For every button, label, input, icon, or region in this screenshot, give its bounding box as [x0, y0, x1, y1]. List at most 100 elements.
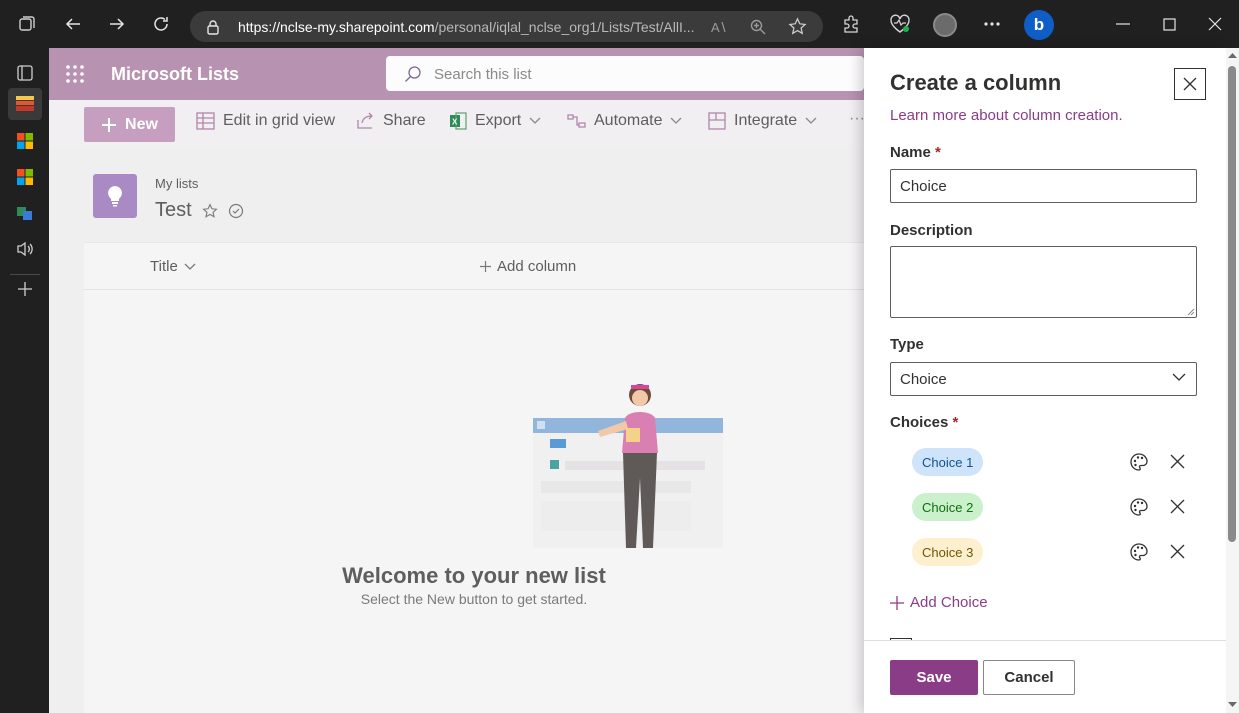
- zoom-icon[interactable]: [749, 18, 767, 36]
- create-column-panel: Create a column Learn more about column …: [864, 48, 1226, 713]
- choices-label: Choices *: [890, 414, 958, 431]
- read-aloud-icon[interactable]: A: [710, 18, 728, 36]
- choice-row: Choice 1: [912, 448, 1202, 476]
- scroll-up-icon[interactable]: [1228, 52, 1237, 58]
- more-options-icon[interactable]: [980, 12, 1004, 36]
- command-bar: New Edit in grid view Share X Export Aut…: [49, 100, 865, 148]
- type-dropdown[interactable]: Choice: [890, 362, 1197, 396]
- save-button[interactable]: Save: [890, 660, 978, 695]
- microsoft-office-icon[interactable]: [12, 128, 38, 154]
- tab-actions-icon[interactable]: [12, 60, 38, 86]
- add-sidebar-app-icon[interactable]: [12, 276, 38, 302]
- empty-list-illustration: [533, 384, 723, 548]
- plus-icon: [102, 117, 117, 132]
- check-circle-icon[interactable]: [228, 203, 244, 219]
- edit-grid-view-button[interactable]: Edit in grid view: [196, 112, 335, 130]
- back-icon[interactable]: [61, 12, 85, 36]
- more-commands-button[interactable]: ···: [849, 110, 865, 128]
- app-tile-icon[interactable]: [12, 200, 38, 226]
- column-title-label: Title: [150, 258, 178, 275]
- integrate-icon: [708, 112, 726, 130]
- automate-button[interactable]: Automate: [567, 112, 682, 130]
- grid-header: Title Add column: [84, 243, 864, 290]
- choice-pill[interactable]: Choice 2: [912, 493, 984, 521]
- minimize-icon[interactable]: [1111, 12, 1135, 36]
- lightbulb-icon: [108, 186, 122, 207]
- share-icon: [357, 112, 373, 129]
- remove-choice-icon[interactable]: [1170, 454, 1185, 469]
- refresh-icon[interactable]: [149, 12, 173, 36]
- list-grid: Title Add column Welcome to your new lis…: [84, 242, 864, 713]
- lock-icon[interactable]: [206, 19, 220, 35]
- bing-copilot-icon[interactable]: b: [1024, 10, 1054, 40]
- maximize-icon[interactable]: [1157, 12, 1181, 36]
- address-bar[interactable]: https://nclse-my.sharepoint.com/personal…: [190, 11, 823, 42]
- url-text[interactable]: https://nclse-my.sharepoint.com/personal…: [238, 19, 700, 35]
- add-choice-label: Add Choice: [910, 594, 988, 611]
- scroll-down-icon[interactable]: [1228, 702, 1237, 708]
- panel-footer: Save Cancel: [864, 640, 1226, 713]
- remove-choice-icon[interactable]: [1170, 499, 1185, 514]
- description-label: Description: [890, 222, 973, 239]
- choice-pill[interactable]: Choice 3: [912, 538, 984, 566]
- sidebar-lists-tab[interactable]: [8, 88, 42, 120]
- chevron-down-icon: [1172, 373, 1186, 381]
- share-button[interactable]: Share: [357, 112, 426, 130]
- search-input[interactable]: Search this list: [434, 66, 532, 83]
- automate-icon: [567, 114, 586, 128]
- export-button[interactable]: X Export: [449, 112, 541, 130]
- breadcrumb[interactable]: My lists: [155, 176, 198, 191]
- app-title[interactable]: Microsoft Lists: [111, 64, 239, 85]
- chevron-down-icon: [184, 263, 196, 270]
- chevron-down-icon: [805, 117, 817, 124]
- panel-scrollbar[interactable]: [1226, 48, 1239, 713]
- chevron-down-icon: [529, 117, 541, 124]
- add-column-button[interactable]: Add column: [480, 258, 576, 275]
- column-header-title[interactable]: Title: [150, 258, 196, 275]
- palette-icon[interactable]: [1129, 542, 1149, 562]
- integrate-button[interactable]: Integrate: [708, 112, 817, 130]
- speaker-icon[interactable]: [12, 236, 38, 262]
- name-label: Name *: [890, 144, 941, 161]
- palette-icon[interactable]: [1129, 452, 1149, 472]
- list-title: Test: [155, 199, 244, 222]
- workspaces-icon[interactable]: [15, 12, 39, 36]
- health-icon[interactable]: [888, 12, 912, 36]
- new-item-button[interactable]: New: [84, 107, 175, 142]
- extensions-icon[interactable]: [839, 12, 863, 36]
- forward-icon[interactable]: [105, 12, 129, 36]
- suite-bar: Microsoft Lists Search this list: [49, 48, 864, 100]
- learn-more-link[interactable]: Learn more about column creation.: [890, 107, 1123, 124]
- resize-handle-icon[interactable]: [1187, 308, 1195, 316]
- cancel-button[interactable]: Cancel: [983, 660, 1075, 695]
- add-column-label: Add column: [497, 258, 577, 275]
- list-icon: [93, 174, 137, 218]
- panel-title: Create a column: [890, 70, 1062, 95]
- close-icon: [1183, 77, 1197, 91]
- favorite-star-icon[interactable]: [788, 17, 807, 36]
- name-label-text: Name: [890, 144, 931, 161]
- plus-icon: [480, 261, 491, 272]
- microsoft-365-icon[interactable]: [12, 164, 38, 190]
- app-launcher-icon[interactable]: [65, 64, 85, 84]
- name-field[interactable]: Choice: [890, 169, 1197, 203]
- panel-close-button[interactable]: [1174, 68, 1206, 100]
- required-marker: *: [935, 144, 941, 161]
- edit-grid-label: Edit in grid view: [223, 112, 336, 129]
- welcome-title: Welcome to your new list: [342, 563, 606, 588]
- choice-pill[interactable]: Choice 1: [912, 448, 984, 476]
- type-label: Type: [890, 336, 924, 353]
- type-value: Choice: [900, 371, 947, 388]
- browser-toolbar: https://nclse-my.sharepoint.com/personal…: [0, 0, 1239, 48]
- search-list-box[interactable]: Search this list: [386, 56, 864, 91]
- profile-avatar[interactable]: [933, 13, 957, 37]
- search-icon: [404, 65, 422, 83]
- scrollbar-thumb[interactable]: [1228, 66, 1236, 542]
- palette-icon[interactable]: [1129, 497, 1149, 517]
- add-choice-button[interactable]: Add Choice: [890, 594, 988, 611]
- remove-choice-icon[interactable]: [1170, 544, 1185, 559]
- favorite-star-icon[interactable]: [201, 202, 218, 219]
- description-field[interactable]: [890, 246, 1197, 318]
- choice-row: Choice 3: [912, 538, 1202, 566]
- window-close-icon[interactable]: [1203, 12, 1227, 36]
